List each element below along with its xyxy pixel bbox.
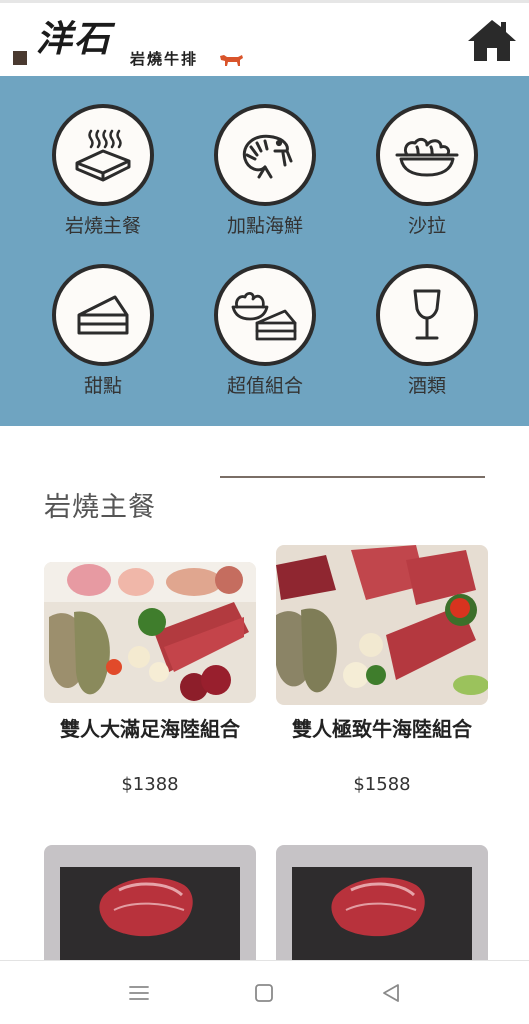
logo-mark: 洋石 <box>36 18 113 60</box>
logo-subtitle: 岩燒牛排 <box>130 50 199 68</box>
product-image[interactable] <box>44 845 256 960</box>
cow-icon <box>220 55 243 66</box>
category-circle <box>376 264 478 366</box>
product-name: 雙人大滿足海陸組合 <box>60 717 240 741</box>
category-seafood[interactable]: 加點海鮮 <box>200 104 330 244</box>
sizzling-stone-icon <box>75 129 131 182</box>
home-icon[interactable] <box>466 17 518 63</box>
section-title: 岩燒主餐 <box>44 492 156 523</box>
product-name: 雙人極致牛海陸組合 <box>292 717 472 741</box>
brand-logo[interactable]: 洋石 岩燒牛排 <box>10 11 250 71</box>
category-circle <box>376 104 478 206</box>
back-triangle-icon[interactable] <box>377 979 405 1007</box>
product-image[interactable] <box>44 562 256 703</box>
category-label: 加點海鮮 <box>226 215 303 237</box>
category-salad[interactable]: 沙拉 <box>362 104 492 244</box>
cake-slice-icon <box>77 295 129 335</box>
category-circle <box>214 104 316 206</box>
product-price: $1388 <box>121 774 179 795</box>
combo-set-icon <box>231 292 297 341</box>
category-panel: 岩燒主餐 加點海鮮 沙拉 甜點 超值組合 酒類 <box>0 76 529 426</box>
product-image[interactable] <box>276 845 488 960</box>
menu-icon[interactable] <box>125 979 153 1007</box>
category-label: 岩燒主餐 <box>64 215 141 237</box>
category-circle <box>52 104 154 206</box>
shrimp-icon <box>242 134 293 179</box>
category-value-combo[interactable]: 超值組合 <box>200 264 330 404</box>
category-rock-grill[interactable]: 岩燒主餐 <box>38 104 168 244</box>
section-divider <box>220 476 485 478</box>
system-nav-bar <box>0 960 529 1024</box>
category-label: 沙拉 <box>407 215 446 237</box>
wine-glass-icon <box>413 289 441 340</box>
category-label: 甜點 <box>83 375 122 397</box>
app-header: 洋石 岩燒牛排 <box>0 0 529 76</box>
category-wine[interactable]: 酒類 <box>362 264 492 404</box>
category-label: 超值組合 <box>226 375 303 397</box>
square-home-icon[interactable] <box>250 979 278 1007</box>
category-label: 酒類 <box>407 375 446 397</box>
product-image[interactable] <box>276 545 488 705</box>
product-price: $1588 <box>353 774 411 795</box>
logo-square <box>13 51 27 65</box>
category-dessert[interactable]: 甜點 <box>38 264 168 404</box>
category-circle <box>52 264 154 366</box>
salad-bowl-icon <box>395 137 459 177</box>
category-circle <box>214 264 316 366</box>
